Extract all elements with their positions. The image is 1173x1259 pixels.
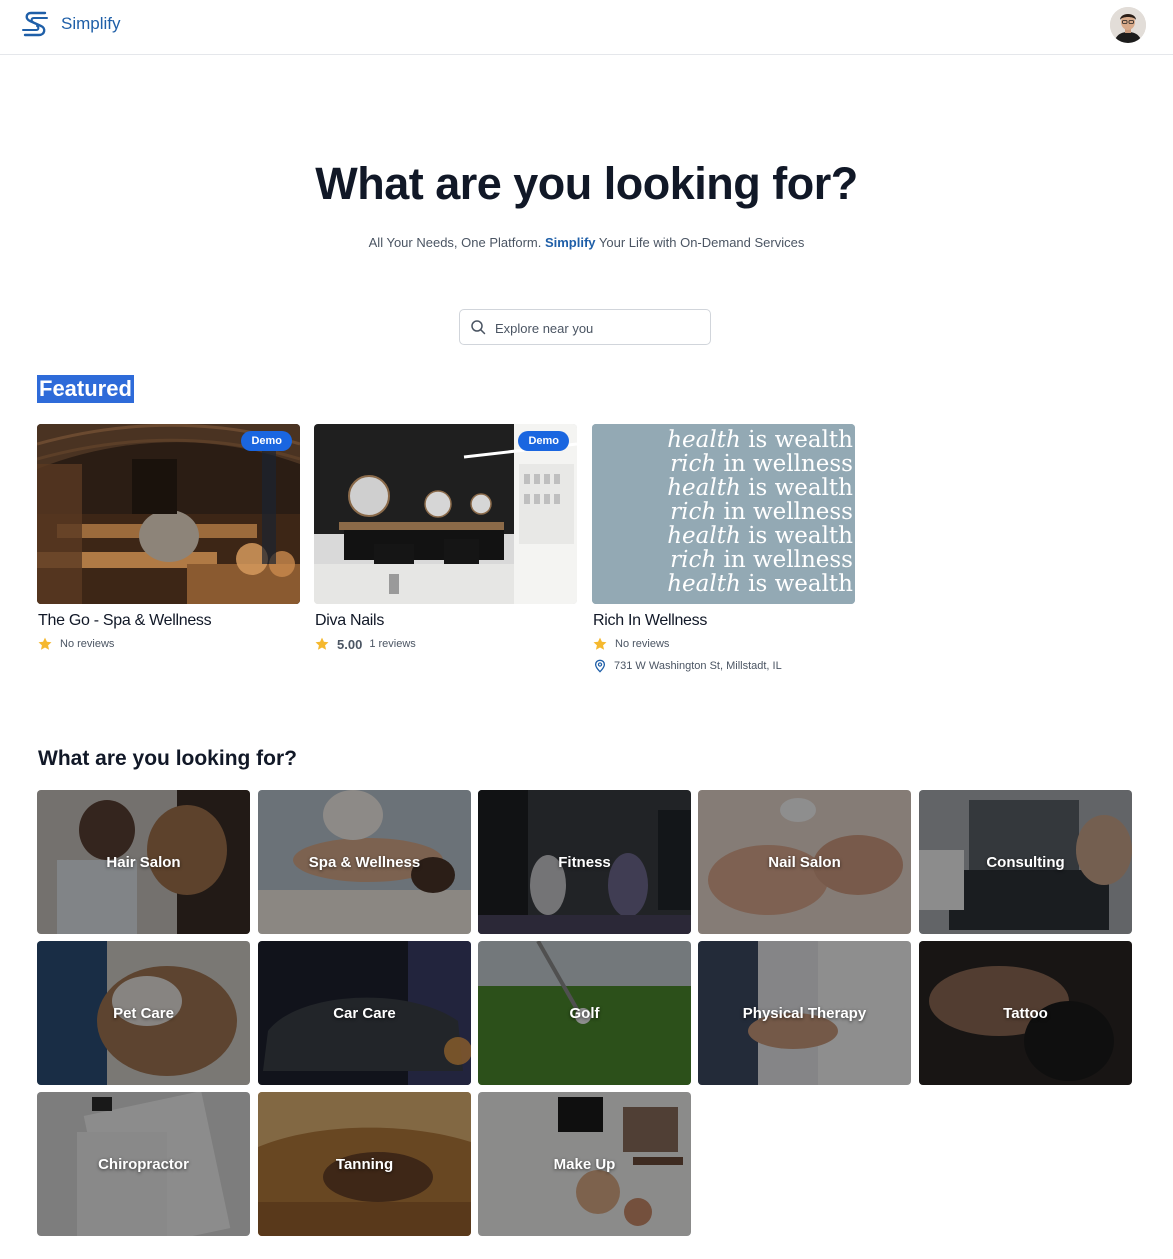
salon-photo	[314, 424, 577, 604]
demo-badge: Demo	[241, 431, 292, 451]
review-count: No reviews	[60, 638, 115, 650]
star-icon	[38, 637, 52, 650]
category-label[interactable]: Tanning	[258, 1092, 471, 1236]
featured-heading: Featured	[37, 375, 134, 403]
hero-title: What are you looking for?	[315, 158, 858, 209]
simplify-logo-icon[interactable]	[21, 10, 51, 38]
category-nail-salon[interactable]: Nail Salon	[698, 790, 911, 934]
rating-value: 5.00	[337, 636, 363, 652]
featured-card-diva-nails[interactable]: Demo Diva Nails 5.00 1 reviews	[314, 424, 577, 652]
top-navigation-bar: Simplify	[0, 0, 1173, 55]
search-input[interactable]	[495, 318, 700, 338]
sauna-photo	[37, 424, 300, 604]
category-label[interactable]: Physical Therapy	[698, 941, 911, 1085]
featured-card-rating: No reviews	[592, 635, 669, 653]
featured-card-image[interactable]: health is wealth rich in wellness health…	[592, 424, 855, 604]
wellness-line: rich in wellness	[670, 499, 853, 525]
featured-card-rating: No reviews	[37, 635, 114, 653]
hero-subtitle-end: Your Life with On-Demand Services	[595, 235, 805, 250]
wellness-line: health is wealth	[667, 523, 853, 549]
review-count: 1 reviews	[369, 638, 416, 650]
featured-card-title[interactable]: The Go - Spa & Wellness	[38, 612, 212, 630]
review-count: No reviews	[615, 638, 670, 650]
hero-subtitle: All Your Needs, One Platform. Simplify Y…	[0, 235, 1173, 250]
category-label[interactable]: Chiropractor	[37, 1092, 250, 1236]
brand-name[interactable]: Simplify	[61, 14, 121, 34]
category-make-up[interactable]: Make Up	[478, 1092, 691, 1236]
search-icon	[471, 320, 486, 335]
category-tattoo[interactable]: Tattoo	[919, 941, 1132, 1085]
category-chiropractor[interactable]: Chiropractor	[37, 1092, 250, 1236]
hero-subtitle-start: All Your Needs, One Platform.	[368, 235, 545, 250]
wellness-line: rich in wellness	[670, 547, 853, 573]
category-label[interactable]: Fitness	[478, 790, 691, 934]
featured-card-title[interactable]: Rich In Wellness	[593, 612, 707, 630]
featured-card-title[interactable]: Diva Nails	[315, 612, 384, 630]
category-fitness[interactable]: Fitness	[478, 790, 691, 934]
user-avatar[interactable]	[1110, 7, 1146, 43]
featured-card-image[interactable]: Demo	[314, 424, 577, 604]
search-box[interactable]	[459, 309, 711, 345]
category-hair-salon[interactable]: Hair Salon	[37, 790, 250, 934]
categories-heading: What are you looking for?	[38, 747, 298, 770]
category-physical-therapy[interactable]: Physical Therapy	[698, 941, 911, 1085]
category-label[interactable]: Pet Care	[37, 941, 250, 1085]
featured-card-image[interactable]: Demo	[37, 424, 300, 604]
wellness-text-image: health is wealth rich in wellness health…	[592, 424, 855, 604]
category-golf[interactable]: Golf	[478, 941, 691, 1085]
category-label[interactable]: Tattoo	[919, 941, 1132, 1085]
wellness-line: health is wealth	[667, 571, 853, 597]
category-label[interactable]: Nail Salon	[698, 790, 911, 934]
featured-card-address: 731 W Washington St, Millstadt, IL	[592, 658, 782, 674]
wellness-line: health is wealth	[667, 427, 853, 453]
category-label[interactable]: Spa & Wellness	[258, 790, 471, 934]
category-spa-wellness[interactable]: Spa & Wellness	[258, 790, 471, 934]
hero-subtitle-brand: Simplify	[544, 235, 596, 250]
category-tanning[interactable]: Tanning	[258, 1092, 471, 1236]
featured-card-rating: 5.00 1 reviews	[314, 635, 416, 653]
address-text: 731 W Washington St, Millstadt, IL	[614, 660, 782, 672]
featured-card-the-go-spa[interactable]: Demo The Go - Spa & Wellness No reviews	[37, 424, 300, 650]
star-icon	[315, 637, 329, 650]
star-icon	[593, 637, 607, 650]
category-label[interactable]: Consulting	[919, 790, 1132, 934]
wellness-line: rich in wellness	[670, 451, 853, 477]
category-label[interactable]: Make Up	[478, 1092, 691, 1236]
category-consulting[interactable]: Consulting	[919, 790, 1132, 934]
category-label[interactable]: Hair Salon	[37, 790, 250, 934]
avatar-icon	[1110, 7, 1146, 43]
wellness-line: health is wealth	[667, 475, 853, 501]
demo-badge: Demo	[518, 431, 569, 451]
category-label[interactable]: Car Care	[258, 941, 471, 1085]
category-label[interactable]: Golf	[478, 941, 691, 1085]
featured-card-rich-in-wellness[interactable]: health is wealth rich in wellness health…	[592, 424, 855, 673]
category-car-care[interactable]: Car Care	[258, 941, 471, 1085]
location-pin-icon	[594, 659, 606, 673]
category-pet-care[interactable]: Pet Care	[37, 941, 250, 1085]
